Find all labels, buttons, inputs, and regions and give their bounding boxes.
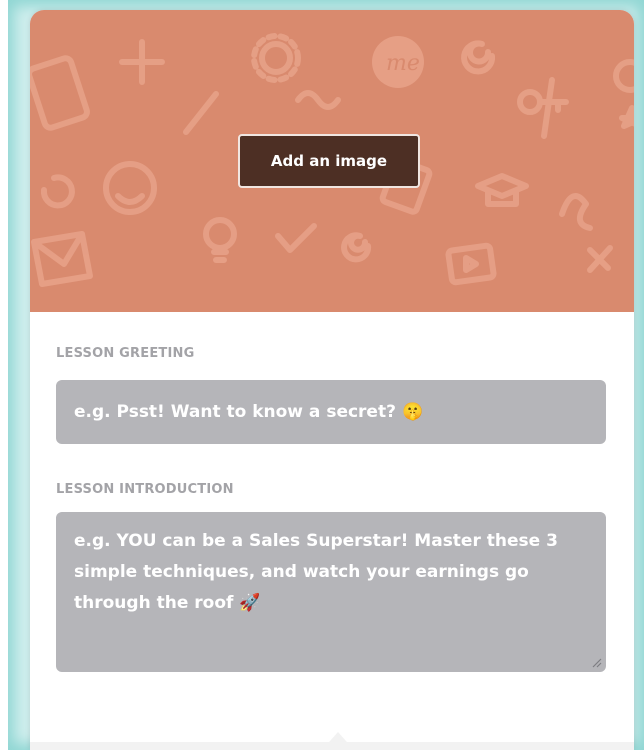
squiggle-icon [295, 90, 341, 110]
introduction-placeholder: e.g. YOU can be a Sales Superstar! Maste… [74, 531, 558, 613]
plus-right-icon [587, 245, 613, 273]
star-icon [619, 105, 634, 129]
pointer-notch [322, 732, 354, 750]
envelope-icon [31, 231, 93, 287]
plus-icon [119, 39, 165, 85]
resize-grip-icon[interactable] [590, 656, 602, 668]
bulb-icon [203, 217, 237, 251]
shush-emoji-icon: 🤫 [401, 402, 424, 422]
svg-text:me: me [386, 51, 420, 76]
me-bubble-icon: me [372, 36, 424, 88]
lesson-card: me Add an image LESSON GREETING e.g. Pss… [30, 10, 634, 750]
lesson-greeting-input[interactable]: e.g. Psst! Want to know a secret? 🤫 [56, 380, 606, 444]
swirl-left-icon [40, 174, 75, 209]
swirl-icon [461, 40, 496, 75]
tablet-icon [30, 55, 90, 131]
stage: me Add an image LESSON GREETING e.g. Pss… [0, 0, 644, 750]
swirl-bottom-icon [341, 232, 372, 263]
info-icon [541, 77, 555, 139]
check-icon [275, 223, 317, 253]
lesson-greeting-label: LESSON GREETING [56, 346, 195, 361]
gear-icon [259, 41, 293, 75]
cover-image-area[interactable]: me Add an image [30, 10, 634, 312]
gear-right-icon [613, 59, 634, 93]
greeting-placeholder: e.g. Psst! Want to know a secret? [74, 402, 396, 422]
rocket-emoji-icon: 🚀 [239, 593, 261, 613]
graduation-cap-icon [475, 173, 529, 207]
add-image-button[interactable]: Add an image [238, 134, 420, 188]
lesson-introduction-label: LESSON INTRODUCTION [56, 482, 234, 497]
curve-icon [559, 193, 593, 231]
pencil-icon [183, 91, 219, 135]
lesson-introduction-textarea[interactable]: e.g. YOU can be a Sales Superstar! Maste… [56, 512, 606, 672]
